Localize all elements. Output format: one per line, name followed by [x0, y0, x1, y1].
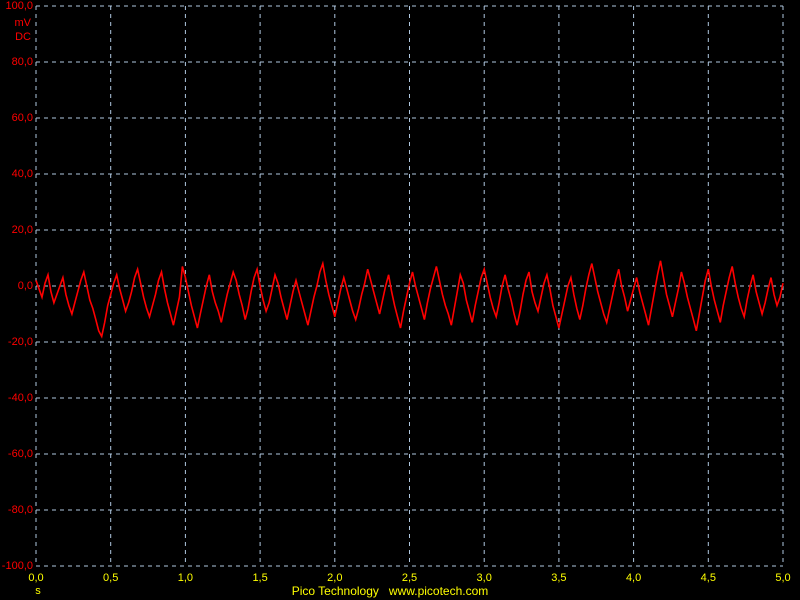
y-axis-tick-label: 20,0: [11, 224, 33, 236]
y-axis-tick-label: 60,0: [11, 112, 33, 124]
footer-url: www.picotech.com: [388, 584, 489, 598]
y-axis-unit-mv: mV: [14, 17, 32, 29]
y-axis-tick-label: 40,0: [11, 168, 33, 180]
x-axis-tick-label: 5,0: [775, 572, 791, 584]
y-axis-tick-label: -40,0: [7, 392, 33, 404]
x-axis-tick-label: 0,5: [103, 572, 119, 584]
x-axis-tick-label: 3,5: [551, 572, 567, 584]
x-axis-tick-label: 2,5: [401, 572, 418, 584]
x-axis-tick-label: 3,0: [476, 572, 492, 584]
x-axis-tick-label: 0,0: [28, 572, 44, 584]
y-axis-tick-label: -20,0: [7, 336, 33, 348]
footer-spacer: [379, 584, 389, 598]
y-axis-tick-label: 0,0: [17, 280, 33, 292]
x-axis-tick-label: 1,5: [252, 572, 268, 584]
x-axis-tick-label: 1,0: [177, 572, 194, 584]
x-axis-tick-label: 2,0: [327, 572, 343, 584]
plot-area: [35, 5, 784, 567]
y-axis-tick-label: 80,0: [11, 56, 33, 68]
x-axis-unit: s: [35, 585, 41, 597]
y-axis-tick-label: -80,0: [7, 504, 33, 516]
y-axis-tick-label: 100,0: [5, 0, 33, 12]
y-axis-tick-label: -60,0: [7, 448, 33, 460]
footer-brand: Pico Technology: [291, 584, 379, 598]
footer: Pico Technology www.picotech.com: [292, 584, 489, 598]
x-axis-tick-label: 4,5: [700, 572, 716, 584]
y-axis-unit-dc: DC: [15, 31, 31, 43]
x-axis-tick-label: 4,0: [625, 572, 642, 584]
oscilloscope-screen: mV DC s Pico Technology www.picotech.com…: [0, 0, 800, 600]
